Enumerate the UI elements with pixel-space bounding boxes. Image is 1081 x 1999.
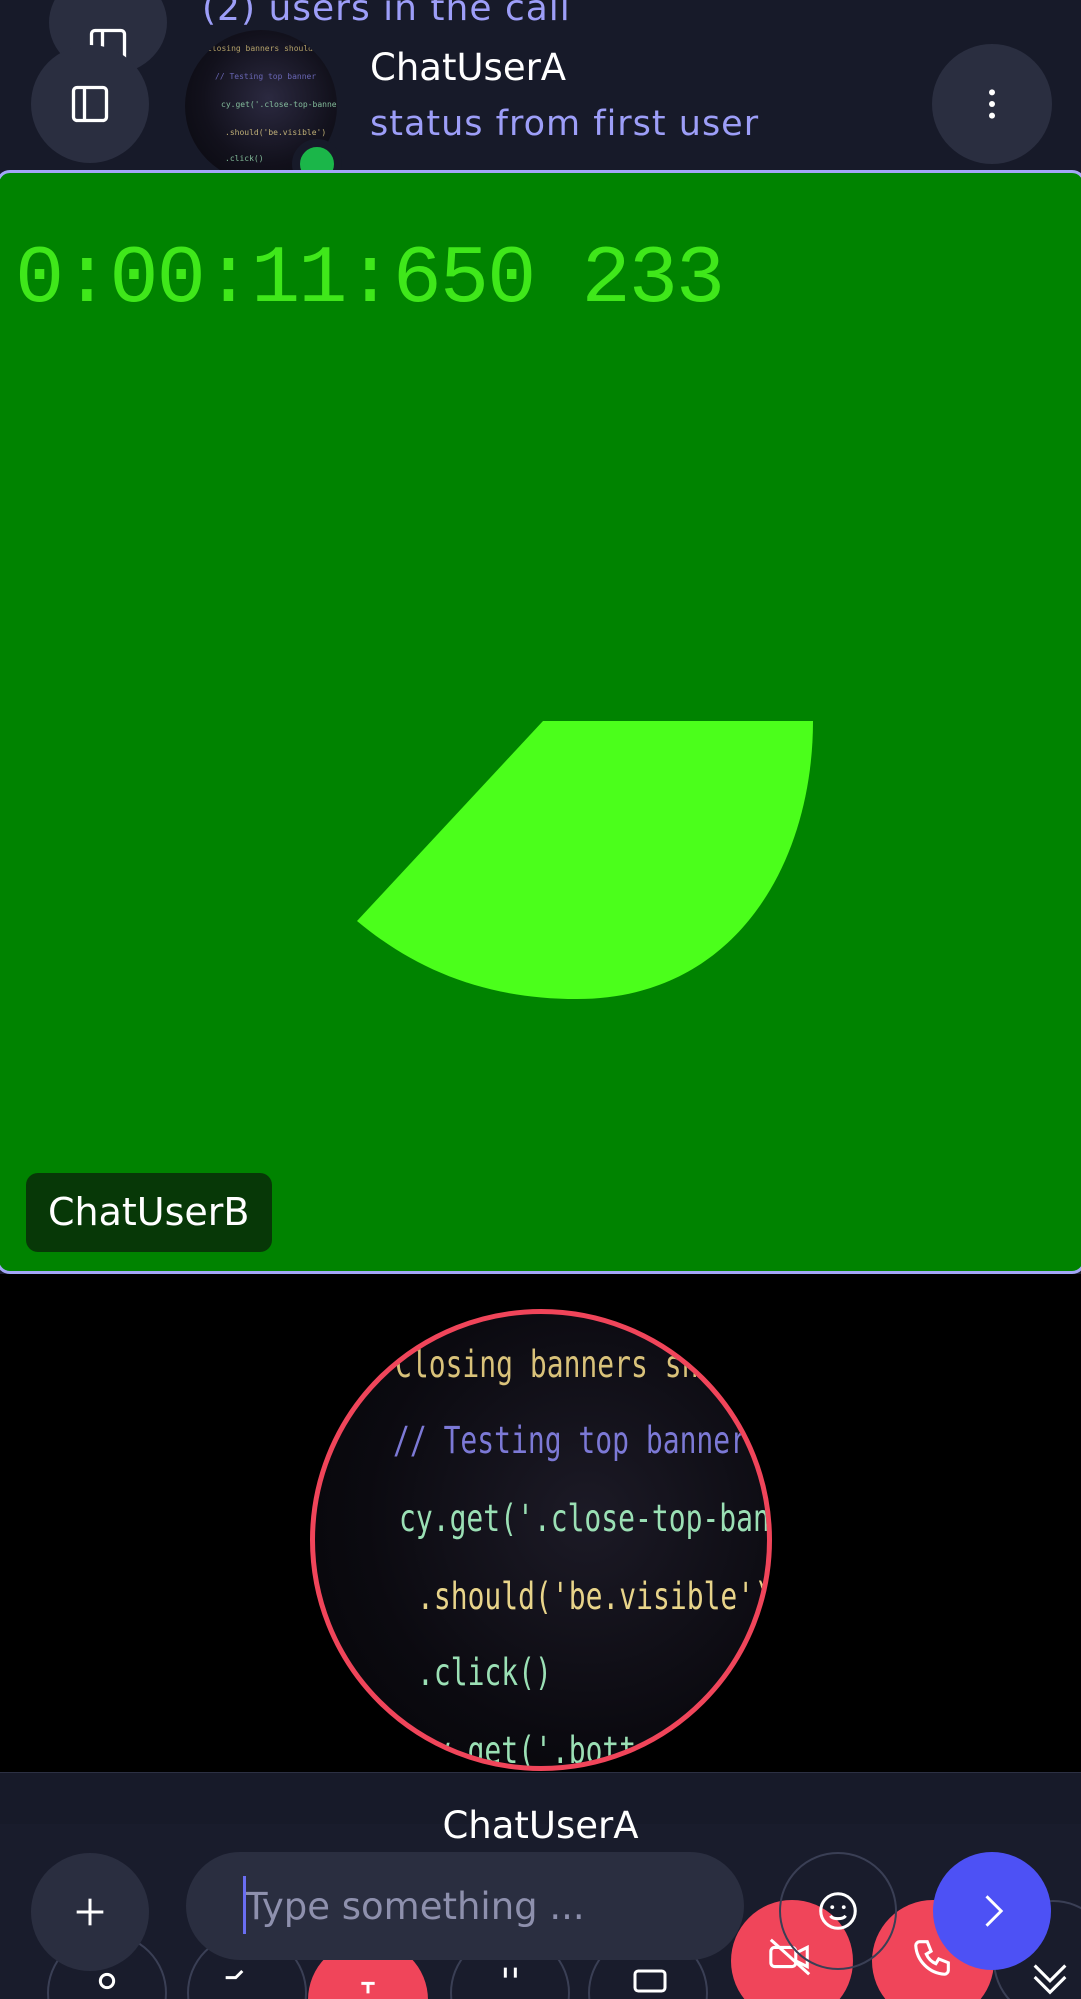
code-line: Closing banners should close banners', (… [395, 1342, 767, 1387]
remote-user-name-badge: ChatUserB [26, 1173, 272, 1252]
chevron-double-down-icon [1033, 1964, 1067, 1995]
send-button[interactable] [933, 1852, 1051, 1970]
remote-video-tile[interactable]: 0:00:11:650 233 ChatUserB [0, 170, 1081, 1274]
more-vertical-icon [989, 89, 995, 119]
sidebar-toggle-button[interactable] [31, 45, 149, 163]
avatar-code-line: .click() [225, 154, 264, 163]
screen-icon [633, 1969, 667, 1993]
message-input[interactable] [186, 1852, 744, 1960]
more-options-button[interactable] [932, 44, 1052, 164]
speaker-icon [225, 1969, 244, 1980]
smile-icon [819, 1892, 857, 1930]
code-line: // Testing top banner [393, 1418, 748, 1463]
code-line: .click() [417, 1650, 552, 1695]
local-user-name: ChatUserA [442, 1804, 639, 1847]
video-shape [357, 721, 813, 999]
video-timecode: 0:00:11:650 233 [15, 233, 725, 326]
local-video-pane: Closing banners should close banners', (… [0, 1274, 1081, 1772]
code-line: .should('be.visible') [417, 1574, 772, 1619]
avatar-code-line: .should('be.visible') [225, 128, 327, 137]
plus-icon [76, 1898, 104, 1926]
users-in-call-label: (2) users in the call [202, 0, 571, 29]
layout-icon [503, 1967, 517, 1978]
add-attachment-button[interactable] [31, 1853, 149, 1971]
avatar-code-line: closing banners should close banners [207, 44, 337, 53]
code-line: cy.get('.bottom-script') [417, 1728, 772, 1771]
code-line: cy.get('.close-top-banner-btn') [399, 1496, 770, 1541]
chat-title: ChatUserA [370, 46, 567, 89]
chat-status-text: status from first user [370, 104, 760, 144]
text-caret [243, 1876, 246, 1934]
local-video-circle[interactable]: Closing banners should close banners', (… [310, 1309, 772, 1771]
avatar-code-line: cy.get('.close-top-banner-btn') [221, 100, 337, 109]
emoji-button[interactable] [779, 1852, 897, 1970]
avatar-code-line: // Testing top banner [215, 72, 317, 81]
sidebar-icon [71, 85, 109, 123]
chevron-right-icon [985, 1895, 1004, 1927]
microphone-icon [361, 1981, 375, 1994]
